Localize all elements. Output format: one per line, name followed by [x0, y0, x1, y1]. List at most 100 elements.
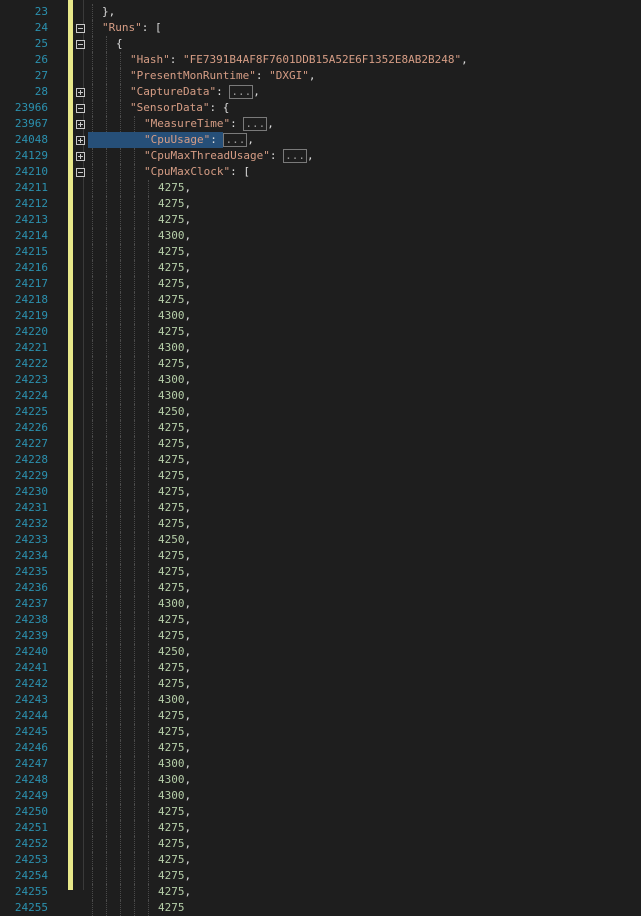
- code-line[interactable]: 23966 "SensorData": {: [0, 100, 641, 116]
- code-line[interactable]: 24255 4275: [0, 900, 641, 916]
- code-line[interactable]: 24245 4275,: [0, 724, 641, 740]
- code-text: "CpuMaxClock": [: [144, 164, 250, 180]
- indent-guide: [106, 100, 107, 116]
- expand-fold-icon[interactable]: [76, 120, 85, 129]
- code-line[interactable]: 24217 4275,: [0, 276, 641, 292]
- expand-fold-icon[interactable]: [76, 152, 85, 161]
- code-line[interactable]: 24048 "CpuUsage": ...,: [0, 132, 641, 148]
- code-line[interactable]: 23967 "MeasureTime": ...,: [0, 116, 641, 132]
- indent-guide: [92, 628, 93, 644]
- code-line[interactable]: 24216 4275,: [0, 260, 641, 276]
- code-text: 4275,: [158, 244, 191, 260]
- code-line[interactable]: 24230 4275,: [0, 484, 641, 500]
- code-line[interactable]: 24244 4275,: [0, 708, 641, 724]
- indent-guide: [134, 196, 135, 212]
- code-line[interactable]: 24241 4275,: [0, 660, 641, 676]
- token-punc: ,: [184, 549, 192, 562]
- code-line[interactable]: 24251 4275,: [0, 820, 641, 836]
- code-line[interactable]: 24242 4275,: [0, 676, 641, 692]
- collapse-fold-icon[interactable]: [76, 168, 85, 177]
- expand-fold-icon[interactable]: [76, 88, 85, 97]
- code-line[interactable]: 24238 4275,: [0, 612, 641, 628]
- indent-guide: [134, 596, 135, 612]
- code-line[interactable]: 24233 4250,: [0, 532, 641, 548]
- code-line[interactable]: 24239 4275,: [0, 628, 641, 644]
- code-line[interactable]: 24213 4275,: [0, 212, 641, 228]
- collapse-fold-icon[interactable]: [76, 24, 85, 33]
- code-line[interactable]: 24237 4300,: [0, 596, 641, 612]
- token-punc: ,: [184, 821, 192, 834]
- code-line[interactable]: 24246 4275,: [0, 740, 641, 756]
- line-number: 24239: [14, 629, 48, 642]
- code-line[interactable]: 24255 4275,: [0, 884, 641, 900]
- collapsed-block[interactable]: ...: [283, 149, 307, 163]
- code-line[interactable]: 26 "Hash": "FE7391B4AF8F7601DDB15A52E6F13…: [0, 52, 641, 68]
- code-line[interactable]: 24247 4300,: [0, 756, 641, 772]
- line-number: 24250: [14, 805, 48, 818]
- code-line[interactable]: 24231 4275,: [0, 500, 641, 516]
- indent-guide: [120, 452, 121, 468]
- code-line[interactable]: 24250 4275,: [0, 804, 641, 820]
- code-line[interactable]: 24222 4275,: [0, 356, 641, 372]
- code-line[interactable]: 24211 4275,: [0, 180, 641, 196]
- indent-guide: [134, 324, 135, 340]
- indent-guide: [92, 228, 93, 244]
- code-line[interactable]: 24228 4275,: [0, 452, 641, 468]
- code-line[interactable]: 24220 4275,: [0, 324, 641, 340]
- code-line[interactable]: 24243 4300,: [0, 692, 641, 708]
- code-line[interactable]: 24215 4275,: [0, 244, 641, 260]
- code-line[interactable]: 24235 4275,: [0, 564, 641, 580]
- code-line[interactable]: 23},: [0, 4, 641, 20]
- collapsed-block[interactable]: ...: [229, 85, 254, 99]
- code-line[interactable]: 24254 4275,: [0, 868, 641, 884]
- collapse-fold-icon[interactable]: [76, 104, 85, 113]
- collapsed-block[interactable]: ...: [223, 133, 248, 147]
- indent-guide: [106, 564, 107, 580]
- code-line[interactable]: 28 "CaptureData": ...,: [0, 84, 641, 100]
- code-text: 4275,: [158, 180, 191, 196]
- code-editor[interactable]: 23}, 24 "Runs": [25{26 "Hash": "FE7391B4AF8…: [0, 4, 641, 916]
- indent-guide: [120, 740, 121, 756]
- code-line[interactable]: 24224 4300,: [0, 388, 641, 404]
- code-line[interactable]: 24225 4250,: [0, 404, 641, 420]
- code-line[interactable]: 24249 4300,: [0, 788, 641, 804]
- indent-guide: [134, 836, 135, 852]
- code-line[interactable]: 24227 4275,: [0, 436, 641, 452]
- indent-guide: [106, 708, 107, 724]
- code-text: 4275,: [158, 436, 191, 452]
- code-line[interactable]: 27 "PresentMonRuntime": "DXGI",: [0, 68, 641, 84]
- token-num: 4275: [158, 517, 185, 530]
- expand-fold-icon[interactable]: [76, 136, 85, 145]
- code-line[interactable]: 24 "Runs": [: [0, 20, 641, 36]
- code-line[interactable]: 24212 4275,: [0, 196, 641, 212]
- code-text: "MeasureTime": ...,: [144, 116, 274, 132]
- code-text: "CaptureData": ...,: [130, 84, 260, 100]
- code-line[interactable]: 24210 "CpuMaxClock": [: [0, 164, 641, 180]
- code-line[interactable]: 24129 "CpuMaxThreadUsage": ...,: [0, 148, 641, 164]
- code-line[interactable]: 24252 4275,: [0, 836, 641, 852]
- code-line[interactable]: 24223 4300,: [0, 372, 641, 388]
- collapse-fold-icon[interactable]: [76, 40, 85, 49]
- collapsed-block[interactable]: ...: [243, 117, 268, 131]
- code-line[interactable]: 24218 4275,: [0, 292, 641, 308]
- indent-guide: [106, 340, 107, 356]
- code-line[interactable]: 24219 4300,: [0, 308, 641, 324]
- code-line[interactable]: 24229 4275,: [0, 468, 641, 484]
- code-line[interactable]: 24236 4275,: [0, 580, 641, 596]
- token-punc: :: [210, 133, 224, 146]
- code-line[interactable]: 24253 4275,: [0, 852, 641, 868]
- code-line[interactable]: 24240 4250,: [0, 644, 641, 660]
- code-line[interactable]: 24214 4300,: [0, 228, 641, 244]
- indent-guide: [92, 180, 93, 196]
- code-line[interactable]: 24226 4275,: [0, 420, 641, 436]
- token-num: 4275: [158, 869, 185, 882]
- code-line[interactable]: 24221 4300,: [0, 340, 641, 356]
- indent-guide: [106, 244, 107, 260]
- line-number: 24233: [14, 533, 48, 546]
- code-line[interactable]: 24248 4300,: [0, 772, 641, 788]
- code-line[interactable]: 25 {: [0, 36, 641, 52]
- code-line[interactable]: 24232 4275,: [0, 516, 641, 532]
- code-line[interactable]: 24234 4275,: [0, 548, 641, 564]
- line-number: 24252: [14, 837, 48, 850]
- line-number: 25: [34, 37, 48, 50]
